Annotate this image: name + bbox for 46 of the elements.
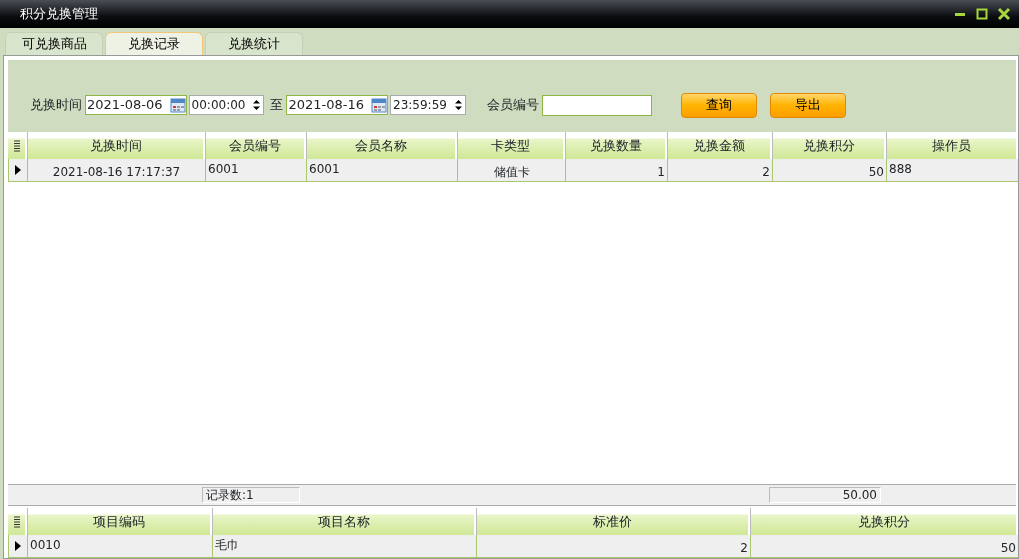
table-cell: 6001 xyxy=(306,159,457,181)
list-icon xyxy=(12,139,21,152)
column-header: 兑换时间 xyxy=(27,132,205,159)
table-cell: 储值卡 xyxy=(457,159,565,181)
column-header: 会员名称 xyxy=(306,132,457,159)
total-points: 50.00 xyxy=(769,487,881,503)
field-label: 兑换时间 xyxy=(30,96,82,115)
time-field[interactable]: 23:59:59 xyxy=(390,95,466,115)
member-field[interactable] xyxy=(541,94,652,116)
table-cell: 888 xyxy=(886,159,1018,181)
column-header: 项目名称 xyxy=(212,508,476,535)
table-cell: 1 xyxy=(565,159,667,181)
column-header: 标准价 xyxy=(476,508,750,535)
tab[interactable]: 兑换记录 xyxy=(105,32,203,55)
spinner-icon[interactable] xyxy=(453,98,463,112)
column-header: 兑换积分 xyxy=(772,132,886,159)
column-header: 兑换积分 xyxy=(750,508,1018,535)
table-cell: 50 xyxy=(772,159,886,181)
table-cell: 2 xyxy=(667,159,772,181)
column-header: 兑换金额 xyxy=(667,132,772,159)
table-cell: 50 xyxy=(750,535,1018,557)
export-button[interactable]: 导出 xyxy=(769,92,846,118)
field-label: 至 xyxy=(270,96,284,115)
column-header: 兑换数量 xyxy=(565,132,667,159)
table-cell: 0010 xyxy=(27,535,212,557)
maximize-icon[interactable] xyxy=(975,7,989,21)
window-title: 积分兑换管理 xyxy=(20,6,98,22)
column-header: 会员编号 xyxy=(205,132,306,159)
calendar-icon[interactable] xyxy=(371,97,388,113)
table-cell: 2021-08-16 17:17:37 xyxy=(27,159,205,181)
table-cell: 毛巾 xyxy=(212,535,476,557)
tab[interactable]: 可兑换商品 xyxy=(5,32,103,55)
time-field[interactable]: 00:00:00 xyxy=(188,95,265,115)
search-button[interactable]: 查询 xyxy=(680,92,757,118)
column-header: 卡类型 xyxy=(457,132,565,159)
table-cell: 2 xyxy=(476,535,750,557)
column-header: 项目编码 xyxy=(27,508,212,535)
calendar-icon[interactable] xyxy=(169,97,186,113)
field-label: 会员编号 xyxy=(486,96,539,115)
spinner-icon[interactable] xyxy=(252,98,262,112)
close-icon[interactable] xyxy=(997,7,1011,21)
column-header: 操作员 xyxy=(886,132,1018,159)
record-count: 记录数:1 xyxy=(202,487,300,503)
list-icon xyxy=(12,515,21,528)
tab[interactable]: 兑换统计 xyxy=(205,32,303,55)
table-cell: 6001 xyxy=(205,159,306,181)
